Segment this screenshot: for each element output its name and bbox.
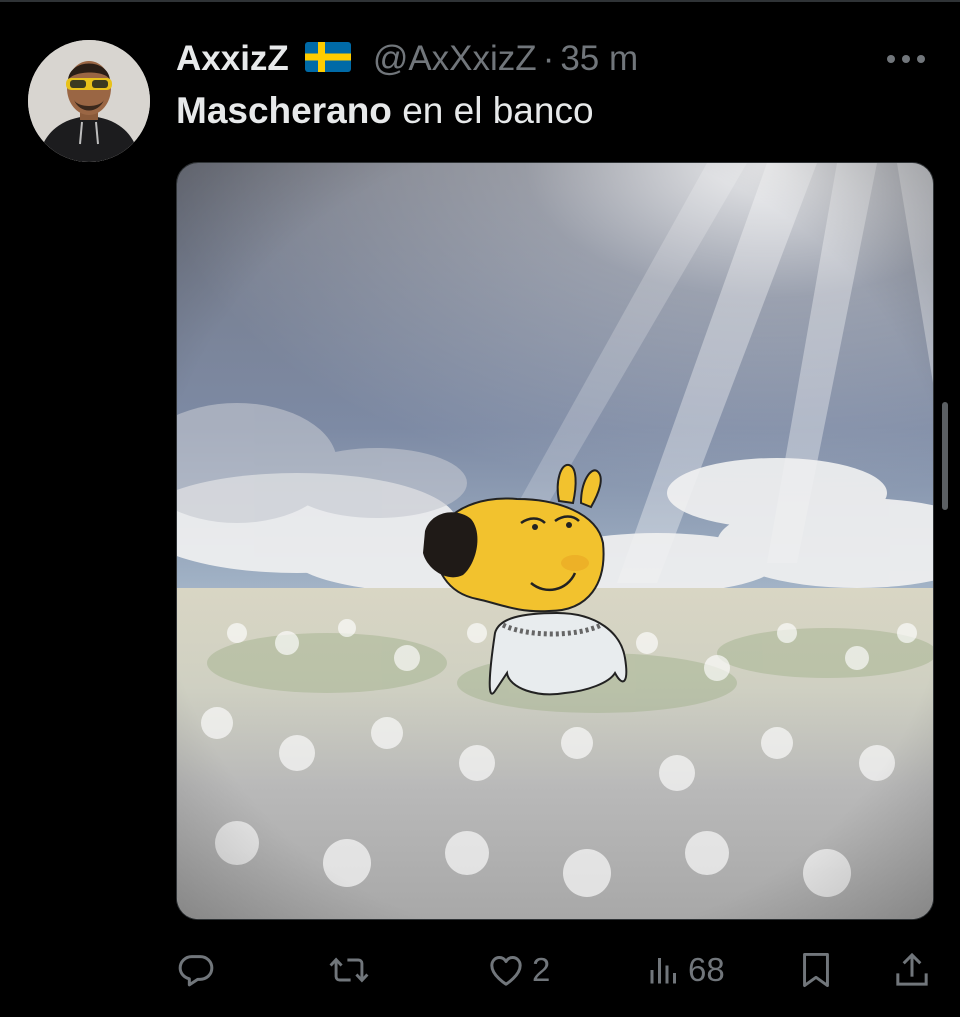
top-divider [0,0,960,2]
bookmark-icon [803,952,829,988]
meme-image [177,163,933,919]
tweet-actions: 2 68 [176,940,936,1000]
avatar[interactable] [28,40,150,162]
tweet-time[interactable]: 35 m [560,39,638,79]
avatar-image [28,40,150,162]
heart-icon [490,956,522,986]
retweet-icon [329,957,369,983]
more-icon [887,55,925,63]
like-button[interactable]: 2 [486,940,550,1000]
scrollbar[interactable] [942,402,948,510]
share-button[interactable] [892,940,932,1000]
reply-button[interactable] [176,940,216,1000]
views-button[interactable]: 68 [646,940,725,1000]
views-icon [650,958,676,984]
tweet-media-image[interactable] [176,162,934,920]
bookmark-button[interactable] [798,940,834,1000]
author-handle[interactable]: @AxXxizZ [373,39,537,79]
tweet-text: Mascherano en el banco [176,90,594,132]
like-count: 2 [532,951,551,988]
views-count: 68 [688,951,725,988]
author-name[interactable]: AxxizZ [176,39,289,79]
tweet-text-bold: Mascherano [176,90,392,131]
more-options-button[interactable] [884,46,928,72]
tweet-text-rest: en el banco [391,90,594,131]
sweden-flag-icon [304,41,351,77]
separator-dot: · [542,39,555,78]
share-icon [896,952,928,986]
tweet-header: AxxizZ @AxXxizZ · 35 m [176,36,638,82]
reply-icon [178,955,214,987]
retweet-button[interactable] [328,940,370,1000]
